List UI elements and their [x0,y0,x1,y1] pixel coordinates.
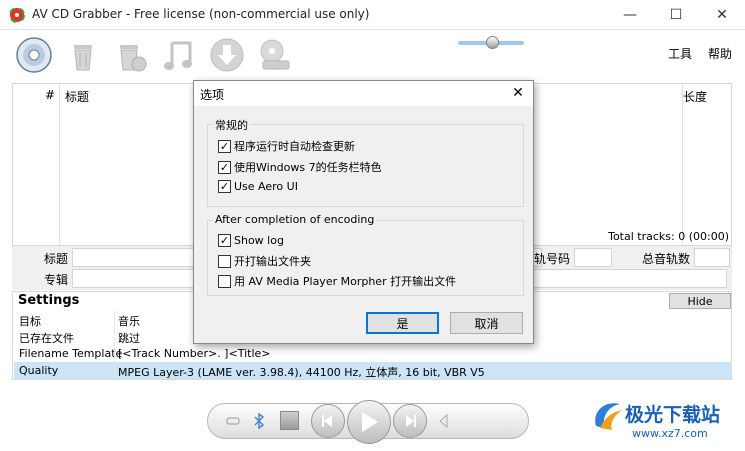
stop-button[interactable] [280,411,299,430]
checkbox-checked-icon: ✓ [218,180,231,193]
album-label: 专辑 [44,273,69,287]
playlist-icon[interactable] [225,413,241,429]
bluetooth-icon[interactable] [252,413,266,429]
next-button[interactable] [393,404,427,438]
window-title: AV CD Grabber - Free license (non-commer… [32,7,370,21]
open-with-player-checkbox[interactable]: 用 AV Media Player Morpher 打开输出文件 [218,273,456,289]
total-tracks-input[interactable] [694,248,730,267]
check-updates-checkbox[interactable]: ✓ 程序运行时自动检查更新 [218,138,355,154]
setting-key: 已存在文件 [19,332,74,345]
general-group-title: 常规的 [213,117,250,133]
minimize-button[interactable]: — [607,0,653,30]
row-divider [114,311,115,328]
checkbox-checked-icon: ✓ [218,160,231,174]
show-log-checkbox[interactable]: ✓ Show log [218,234,284,247]
toolbar: 工具 帮助 [0,31,745,83]
track-number-label: 轨号码 [534,252,571,266]
checkbox-unchecked-icon [218,254,231,268]
setting-key: Quality [19,364,59,377]
previous-button[interactable] [311,404,345,438]
row-divider [114,362,115,379]
setting-key: Filename Template [19,347,123,360]
trash-icon[interactable] [63,35,103,75]
setting-value: 音乐 [118,315,140,328]
dialog-title: 选项 [200,88,225,102]
checkbox-checked-icon: ✓ [218,234,231,247]
show-log-label: Show log [234,234,284,247]
track-number-input[interactable] [574,248,612,267]
title-bar: AV CD Grabber - Free license (non-commer… [0,0,745,30]
checkbox-unchecked-icon [218,274,231,288]
dialog-close-button[interactable]: ✕ [506,83,530,103]
cancel-button[interactable]: 取消 [450,312,523,334]
total-tracks-label: 总音轨数 [642,252,691,266]
download-icon[interactable] [207,35,247,75]
cd-disc-icon[interactable] [14,35,54,75]
open-with-player-label: 用 AV Media Player Morpher 打开输出文件 [234,275,457,288]
hide-settings-button[interactable]: Hide [669,293,731,309]
checkbox-checked-icon: ✓ [218,139,231,153]
title-label: 标题 [44,252,69,266]
close-icon: ✕ [512,85,524,101]
close-icon: ✕ [716,7,728,23]
settings-row-filename-template[interactable]: Filename Template [<Track Number>. ]<Tit… [14,345,732,362]
volume-slider-thumb[interactable] [486,36,499,49]
col-header-title[interactable]: 标题 [65,88,89,105]
after-encoding-group-title: After completion of encoding [213,213,377,226]
watermark-logo-icon [595,403,622,430]
minimize-icon: — [623,7,637,23]
col-header-number[interactable]: # [45,88,55,102]
open-output-folder-checkbox[interactable]: 开打输出文件夹 [218,253,311,269]
dialog-title-bar: 选项 ✕ [194,81,533,106]
volume-icon [439,414,448,428]
ok-button[interactable]: 是 [366,312,439,334]
watermark-text: 极光下载站 [625,404,721,426]
open-output-folder-label: 开打输出文件夹 [234,255,311,268]
maximize-button[interactable]: ☐ [653,0,699,30]
music-icon[interactable] [158,35,198,75]
setting-value: [<Track Number>. ]<Title> [118,347,271,360]
col-header-length[interactable]: 长度 [683,88,707,105]
check-updates-label: 程序运行时自动检查更新 [234,140,355,153]
app-logo-icon [9,7,25,23]
taskbar-features-checkbox[interactable]: ✓ 使用Windows 7的任务栏特色 [218,159,382,175]
menu-tools[interactable]: 工具 [668,45,692,62]
previous-icon [322,415,332,427]
setting-value: MPEG Layer-3 (LAME ver. 3.98.4), 44100 H… [118,366,485,379]
column-divider [682,84,683,245]
close-button[interactable]: ✕ [699,0,745,30]
aero-ui-label: Use Aero UI [234,180,298,193]
aero-ui-checkbox[interactable]: ✓ Use Aero UI [218,180,298,193]
settings-title: Settings [18,293,80,308]
options-dialog: 选项 ✕ 常规的 ✓ 程序运行时自动检查更新 ✓ 使用Windows 7的任务栏特色… [193,80,534,344]
maximize-icon: ☐ [669,7,683,23]
cd-drive-icon[interactable] [255,35,295,75]
taskbar-features-label: 使用Windows 7的任务栏特色 [234,161,382,174]
play-button[interactable] [347,400,391,444]
play-icon [362,412,378,432]
row-divider [114,345,115,362]
trash-restore-icon[interactable] [111,35,151,75]
watermark-url: www.xz7.com [632,427,708,440]
setting-key: 目标 [19,315,41,328]
settings-row-quality[interactable]: Quality MPEG Layer-3 (LAME ver. 3.98.4),… [14,362,732,379]
setting-value: 跳过 [118,332,140,345]
next-icon [406,415,416,427]
total-tracks-status: Total tracks: 0 (00:00) [608,230,729,243]
menu-help[interactable]: 帮助 [708,45,732,62]
row-divider [114,328,115,345]
column-divider [59,84,60,245]
